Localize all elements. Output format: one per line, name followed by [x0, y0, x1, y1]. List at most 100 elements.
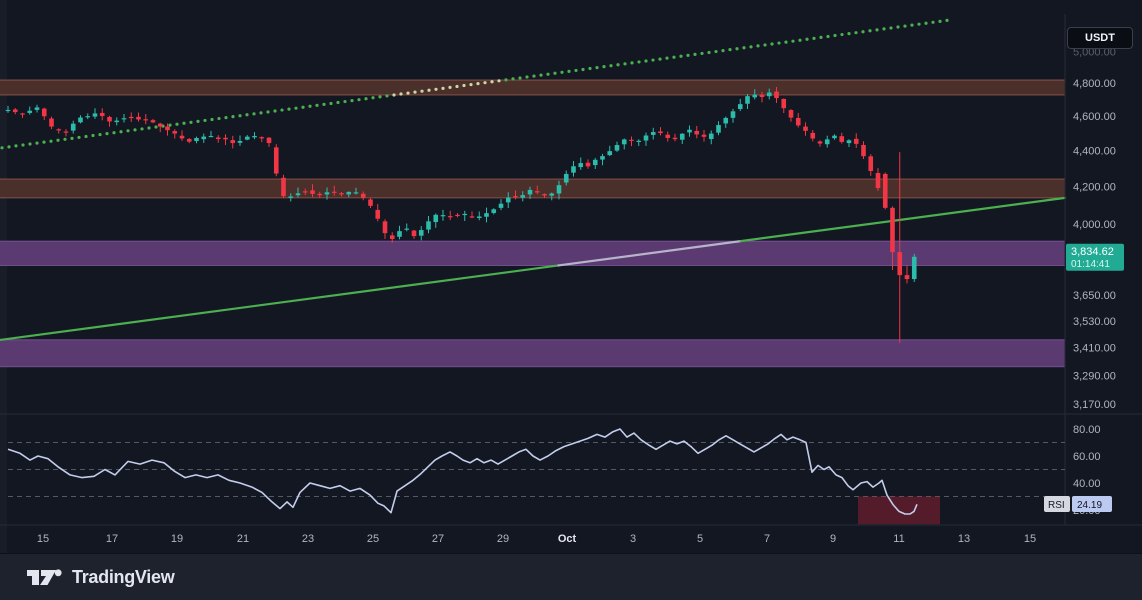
time-tick-label-7: 7 — [764, 533, 770, 545]
time-tick-label-25: 25 — [367, 533, 379, 545]
resistance-zone-mid[interactable] — [0, 179, 1065, 198]
candle-body — [201, 137, 206, 140]
candle-body — [752, 95, 757, 98]
candle-body — [658, 131, 663, 133]
candle-body — [390, 235, 395, 239]
resistance-zone-upper[interactable] — [0, 80, 1065, 95]
price-tick-label: 3,410.00 — [1073, 343, 1116, 355]
candle-body — [259, 137, 264, 138]
candle-body — [20, 113, 25, 114]
candle-body — [796, 118, 801, 125]
candle-body — [506, 197, 511, 202]
candle-body — [78, 118, 83, 123]
tradingview-chart-window: Shayannv created with TradingView.com, O… — [0, 0, 1142, 600]
rsi-tick-label: 60.00 — [1073, 451, 1101, 463]
candle-body — [194, 138, 199, 141]
candle-body — [172, 131, 177, 133]
candle-body — [122, 118, 127, 119]
candle-body — [680, 134, 685, 140]
price-tick-label: 3,530.00 — [1073, 316, 1116, 328]
candle-body — [557, 185, 562, 193]
candle-body — [535, 191, 540, 192]
current-price-value: 3,834.62 — [1071, 246, 1114, 258]
candle-body — [477, 216, 482, 218]
candle-body — [71, 124, 76, 131]
candle-body — [238, 141, 243, 143]
candle-body — [93, 113, 98, 116]
price-tick-label: 4,000.00 — [1073, 219, 1116, 231]
time-tick-label-5: 5 — [697, 533, 703, 545]
candle-body — [397, 231, 402, 237]
candle-body — [767, 93, 772, 97]
candle-body — [854, 139, 859, 144]
candle-body — [636, 141, 641, 142]
candle-body — [905, 275, 910, 279]
support-zone-lower[interactable] — [0, 340, 1065, 367]
candle-body — [296, 193, 301, 195]
time-tick-label-15: 15 — [1024, 533, 1036, 545]
candle-body — [578, 163, 583, 167]
candle-body — [839, 136, 844, 142]
candle-body — [760, 94, 765, 97]
time-tick-label-29: 29 — [497, 533, 509, 545]
rsi-name-badge: RSI — [1048, 500, 1065, 511]
candle-body — [245, 137, 250, 140]
candle-body — [27, 111, 32, 113]
candle-body — [484, 213, 489, 217]
candle-body — [317, 194, 322, 195]
candle-body — [629, 140, 634, 141]
candle-body — [56, 129, 61, 130]
price-tick-label: 4,400.00 — [1073, 145, 1116, 157]
price-tick-label: 4,600.00 — [1073, 111, 1116, 123]
price-tick-label: 4,800.00 — [1073, 78, 1116, 90]
candle-body — [549, 193, 554, 195]
support-zone-upper[interactable] — [0, 241, 1065, 265]
rsi-value-badges: RSI 24.19 — [1044, 496, 1112, 512]
candle-body — [368, 199, 373, 205]
candle-body — [745, 96, 750, 104]
candle-body — [462, 214, 467, 215]
candle-body — [600, 156, 605, 159]
price-tick-label: 3,170.00 — [1073, 399, 1116, 411]
candle-body — [209, 136, 214, 137]
time-tick-label-15: 15 — [37, 533, 49, 545]
candle-body — [774, 92, 779, 99]
candle-body — [136, 117, 141, 120]
candle-body — [912, 257, 917, 279]
candle-body — [151, 120, 156, 122]
candle-body — [13, 109, 18, 112]
candle-body — [810, 133, 815, 139]
time-tick-label-Oct: Oct — [558, 533, 577, 545]
candle-body — [114, 121, 119, 122]
time-tick-label-9: 9 — [830, 533, 836, 545]
candle-body — [455, 215, 460, 216]
candle-body — [42, 109, 47, 117]
rsi-tick-label: 80.00 — [1073, 424, 1101, 436]
candle-body — [897, 252, 902, 275]
candle-body — [890, 208, 895, 252]
candle-body — [665, 135, 670, 138]
candle-body — [383, 221, 388, 233]
candle-body — [274, 147, 279, 173]
footer-bar: TradingView — [0, 553, 1142, 600]
time-tick-label-11: 11 — [893, 533, 904, 545]
candle-body — [230, 140, 235, 143]
candle-body — [143, 119, 148, 120]
bar-close-countdown: 01:14:41 — [1071, 259, 1110, 270]
candle-body — [470, 216, 475, 217]
candle-body — [687, 130, 692, 133]
currency-toggle-button[interactable]: USDT — [1067, 27, 1133, 49]
candle-body — [158, 124, 163, 127]
tradingview-logo[interactable]: TradingView — [25, 566, 174, 589]
candle-body — [332, 192, 337, 193]
candle-body — [615, 145, 620, 151]
candle-body — [723, 118, 728, 124]
time-tick-label-3: 3 — [630, 533, 636, 545]
candle-body — [876, 173, 881, 188]
price-chart-canvas[interactable]: 5,000.004,800.004,600.004,400.004,200.00… — [0, 0, 1142, 553]
rsi-value-badge: 24.19 — [1077, 500, 1102, 511]
candle-body — [187, 139, 192, 142]
candle-body — [100, 113, 105, 116]
candle-body — [702, 135, 707, 137]
candle-body — [861, 145, 866, 156]
